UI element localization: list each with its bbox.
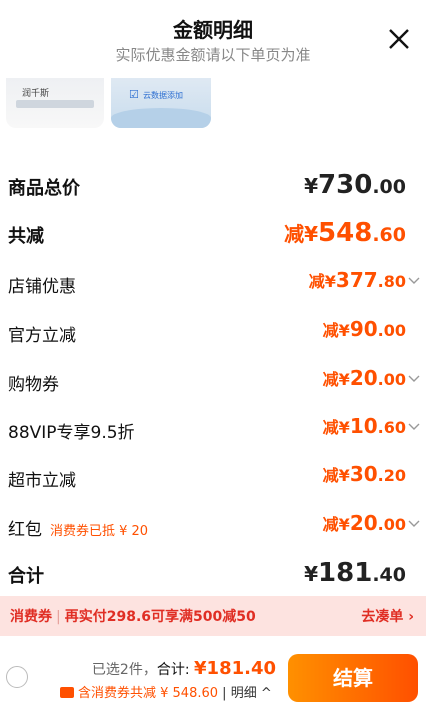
row-label: 店铺优惠 bbox=[8, 277, 76, 297]
product-thumbnails: 润千斯 ☑ 云数据添加 bbox=[0, 78, 426, 134]
row-total-reduce: 共减 减¥548.60 bbox=[0, 214, 426, 254]
row-value: 减¥377.80 bbox=[308, 268, 406, 292]
product-thumbnail-text: 云数据添加 bbox=[143, 91, 183, 100]
chevron-down-icon[interactable] bbox=[408, 372, 420, 384]
checkout-bar: 已选2件，合计: ¥181.40 含消费券共减 ¥ 548.60 | 明细 ^ … bbox=[0, 636, 426, 706]
row-label: 红包 消费券已抵 ¥ 20 bbox=[8, 520, 149, 540]
check-icon: ☑ bbox=[129, 88, 139, 101]
coupon-banner[interactable]: 消费券 | 再实付298.6可享满500减50 去凑单 › bbox=[0, 596, 426, 636]
chevron-down-icon[interactable] bbox=[408, 420, 420, 432]
row-store-discount[interactable]: 店铺优惠 减¥377.80 bbox=[0, 264, 426, 304]
row-value: ¥730.00 bbox=[304, 170, 406, 200]
coupon-banner-text: 消费券 | 再实付298.6可享满500减50 bbox=[10, 609, 256, 625]
close-icon[interactable] bbox=[386, 26, 412, 52]
red-packet-note: 消费券已抵 ¥ 20 bbox=[50, 524, 149, 539]
detail-toggle[interactable]: 明细 ^ bbox=[231, 686, 272, 701]
product-image-decoration bbox=[16, 100, 94, 108]
row-value: 减¥10.60 bbox=[322, 414, 406, 438]
select-all-radio[interactable] bbox=[6, 666, 28, 688]
row-supermarket-reduce: 超市立减 减¥30.20 bbox=[0, 458, 426, 498]
row-value: 减¥548.60 bbox=[284, 218, 406, 248]
page-title: 金额明细 bbox=[173, 18, 253, 42]
checkout-button[interactable]: 结算 bbox=[288, 654, 418, 702]
product-thumbnail[interactable]: 润千斯 bbox=[6, 78, 104, 128]
row-value: ¥181.40 bbox=[304, 558, 406, 588]
row-label: 购物券 bbox=[8, 375, 59, 395]
row-value: 减¥30.20 bbox=[322, 462, 406, 486]
selection-summary: 已选2件，合计: ¥181.40 bbox=[91, 658, 276, 679]
row-label: 超市立减 bbox=[8, 471, 76, 491]
checkout-total: ¥181.40 bbox=[194, 658, 276, 679]
row-official-reduce: 官方立减 减¥90.00 bbox=[0, 313, 426, 353]
row-total-price: 商品总价 ¥730.00 bbox=[0, 166, 426, 206]
product-thumbnail[interactable]: ☑ 云数据添加 bbox=[111, 78, 211, 128]
row-value: 减¥90.00 bbox=[322, 317, 406, 341]
product-thumbnail-text: 润千斯 bbox=[22, 89, 50, 99]
coupon-icon bbox=[60, 687, 74, 698]
row-value: 减¥20.00 bbox=[322, 511, 406, 535]
add-items-link[interactable]: 去凑单 › bbox=[361, 606, 414, 626]
row-label: 合计 bbox=[8, 566, 44, 587]
chevron-down-icon[interactable] bbox=[408, 517, 420, 529]
row-sum: 合计 ¥181.40 bbox=[0, 554, 426, 594]
chevron-down-icon[interactable] bbox=[408, 274, 420, 286]
row-label: 共减 bbox=[8, 226, 44, 247]
row-label: 88VIP专享9.5折 bbox=[8, 423, 135, 443]
row-label: 商品总价 bbox=[8, 178, 80, 199]
row-value: 减¥20.00 bbox=[322, 366, 406, 390]
product-image-decoration bbox=[111, 108, 211, 128]
coupon-summary[interactable]: 含消费券共减 ¥ 548.60 | 明细 ^ bbox=[60, 682, 272, 701]
page-subtitle: 实际优惠金额请以下单页为准 bbox=[115, 46, 311, 64]
row-shopping-coupon[interactable]: 购物券 减¥20.00 bbox=[0, 362, 426, 402]
row-88vip[interactable]: 88VIP专享9.5折 减¥10.60 bbox=[0, 410, 426, 450]
row-label: 官方立减 bbox=[8, 326, 76, 346]
row-red-packet[interactable]: 红包 消费券已抵 ¥ 20 减¥20.00 bbox=[0, 507, 426, 547]
header: 金额明细 实际优惠金额请以下单页为准 bbox=[0, 0, 426, 78]
